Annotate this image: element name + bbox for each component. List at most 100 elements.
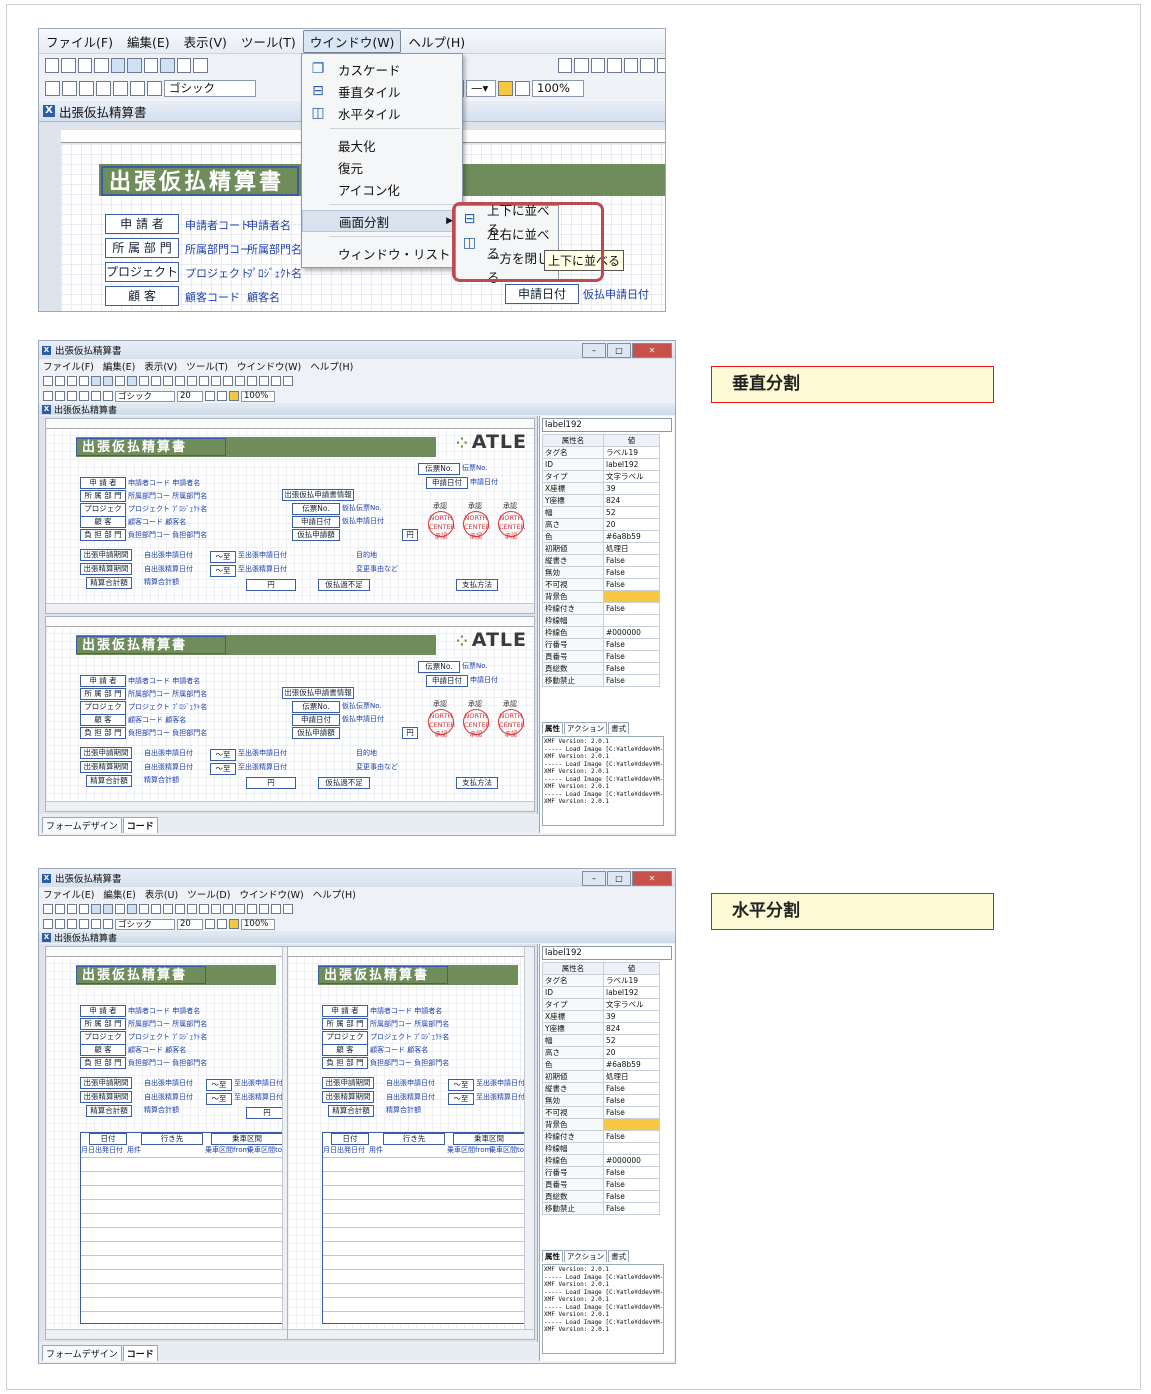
value-kari-date[interactable]: 仮払申請日付 [342,714,384,724]
value-trip-settle-from[interactable]: 自出張精算日付 [144,762,193,772]
pointer-icon[interactable] [160,57,175,73]
menu-item-cascade[interactable]: ❐ カスケード [302,58,462,80]
list-item[interactable] [323,1213,527,1224]
menu-edit[interactable]: 編集(E) [120,30,177,53]
label-to[interactable]: ～至 [210,763,236,775]
tab-attributes[interactable]: 属性 [542,1250,563,1262]
radio-icon[interactable] [199,904,209,914]
value-project[interactable]: プロジェクト ﾌﾟﾛｼﾞｪｸﾄ名 [128,1032,207,1042]
property-target-select[interactable]: label192 [542,418,672,432]
checkbox-icon[interactable] [211,904,221,914]
list-item[interactable] [323,1311,527,1322]
preview-icon[interactable] [143,57,159,73]
date-icon[interactable] [247,904,257,914]
bold-icon[interactable] [45,80,60,96]
menu-window[interactable]: ウインドウ(W) [239,887,303,901]
list-icon[interactable] [623,57,639,73]
value-denpyo[interactable]: 伝票No. [462,661,488,671]
label-customer[interactable]: 顧 客 [80,714,126,726]
label-kari-denpyo[interactable]: 伝票No. [292,503,340,515]
label-settle-info[interactable]: 出張仮払申請書情報 [282,687,354,699]
font-combo[interactable]: ゴシック [115,390,175,402]
fill-color-icon[interactable] [498,80,513,96]
split-pane-right[interactable]: 出張仮払精算書 申 請 者 申請者コード 申請者名 所 属 部 門 所属部門コー… [287,946,535,1340]
value-applicant-code[interactable]: 申請者コード [185,217,251,233]
label-kari-denpyo[interactable]: 伝票No. [292,701,340,713]
menu-tools[interactable]: ツール(T) [186,359,228,373]
value-project[interactable]: プロジェクト ﾌﾟﾛｼﾞｪｸﾄ名 [128,702,207,712]
label-applicant[interactable]: 申 請 者 [80,477,126,489]
property-row[interactable]: X座標 39 [542,482,660,495]
value-kari-denpyo[interactable]: 仮払伝票No. [342,701,382,711]
list-item[interactable] [81,1171,285,1182]
split-pane-bottom[interactable]: 出張仮払精算書 ⁘ ATLE 申 請 者 申請者コード 申請者名 所 属 部 門 … [45,616,535,812]
detail-list[interactable]: 日付 行き先 乗車区間 月日 出発日付 用件 乗車区間from 乗車区間to [80,1132,286,1324]
property-row[interactable]: ID label192 [542,458,660,471]
list-item[interactable] [81,1157,285,1168]
minimize-button[interactable]: – [582,871,606,886]
label-trip-request-period[interactable]: 出張申請期間 [322,1077,374,1089]
radio-icon[interactable] [199,376,209,386]
value-trip-settle-from[interactable]: 自出張精算日付 [144,1092,193,1102]
property-row[interactable]: 枠線色 #000000 [542,626,660,639]
value-burden-dept[interactable]: 負担部門コー 負担部門名 [370,1058,449,1068]
menu-item-split-screen[interactable]: 画面分割 ▶ [302,210,462,232]
list-icon[interactable] [223,376,233,386]
value-trip-request-to[interactable]: 至出張申請日付 [476,1078,525,1088]
form-title[interactable]: 出張仮払精算書 [76,636,226,654]
tool-icon[interactable] [175,904,185,914]
open-file-icon[interactable] [55,904,65,914]
table-icon[interactable] [103,376,113,386]
property-row[interactable]: 縦書き False [542,554,660,567]
menu-window[interactable]: ウインドウ(W) [302,29,402,53]
calendar-icon[interactable] [235,376,245,386]
minimize-button[interactable]: – [582,343,606,358]
menu-item-restore[interactable]: 復元 [302,156,462,178]
value-project[interactable]: プロジェクト ﾌﾟﾛｼﾞｪｸﾄ名 [370,1032,449,1042]
property-row[interactable]: タイプ 文字ラベル [542,470,660,483]
property-row[interactable]: 枠線幅 [542,614,660,627]
value-destination[interactable]: 目的地 [356,748,377,758]
horizontal-scrollbar[interactable] [288,1329,534,1339]
value-trip-settle-from[interactable]: 自出張精算日付 [386,1092,435,1102]
menu-help[interactable]: ヘルプ(H) [310,359,353,373]
value-trip-settle-to[interactable]: 至出張精算日付 [238,762,287,772]
value-trip-request-to[interactable]: 至出張申請日付 [234,1078,283,1088]
label-icon[interactable] [187,376,197,386]
tool-icon[interactable] [175,376,185,386]
split-pane-top[interactable]: 出張仮払精算書 ⁘ ATLE 申 請 者 申請者コード 申請者名 所 属 部 門 … [45,418,535,614]
value-project-name[interactable]: ﾌﾟﾛｼﾞｪｸﾄ名 [247,265,302,281]
label-total[interactable]: 精算合計額 [86,577,132,589]
value-department[interactable]: 所属部門コー 所属部門名 [128,491,207,501]
checkbox-icon[interactable] [607,57,622,73]
menu-edit[interactable]: 編集(E) [103,359,135,373]
value-department[interactable]: 所属部門コー 所属部門名 [128,1019,207,1029]
zoom-combo[interactable]: 100% [241,390,275,402]
property-row[interactable]: 背景色 [542,590,660,603]
property-row[interactable]: タイプ 文字ラベル [542,998,660,1011]
form-title[interactable]: 出張仮払精算書 [76,966,206,984]
fill-color-icon[interactable] [229,391,239,401]
menu-window[interactable]: ウインドウ(W) [237,359,301,373]
line-tool-icon[interactable] [193,57,208,73]
form-title[interactable]: 出張仮払精算書 [101,166,299,196]
cancel-icon[interactable] [91,919,101,929]
label-apply-date[interactable]: 申請日付 [505,284,579,304]
value-destination[interactable]: 目的地 [356,550,377,560]
cancel-icon[interactable] [91,391,101,401]
menu-view[interactable]: 表示(V) [177,30,234,53]
label-department[interactable]: 所 属 部 門 [80,490,126,502]
label-applicant[interactable]: 申 請 者 [105,214,179,234]
value-department[interactable]: 所属部門コー 所属部門名 [128,689,207,699]
label-applicant[interactable]: 申 請 者 [80,675,126,687]
list-item[interactable] [81,1311,285,1322]
property-row[interactable]: 枠線幅 [542,1142,660,1155]
label-trip-request-period[interactable]: 出張申請期間 [80,549,132,561]
preview-icon[interactable] [115,904,125,914]
calendar-icon[interactable] [640,57,655,73]
line-width-combo[interactable]: —▾ [466,79,496,97]
label-project[interactable]: プロジェクト [105,262,179,282]
menu-file[interactable]: ファイル(E) [43,887,94,901]
value-applicant-name[interactable]: 申請者名 [247,217,291,233]
property-row[interactable]: 不可視 False [542,578,660,591]
